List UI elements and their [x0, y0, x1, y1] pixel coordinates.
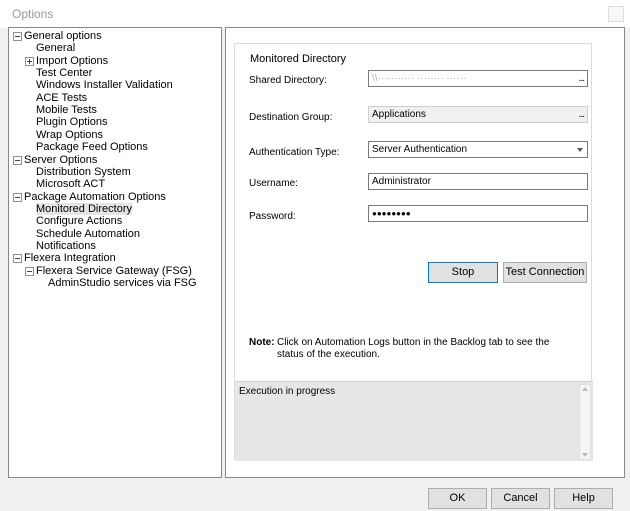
tree-item-label: Microsoft ACT [36, 178, 106, 191]
tree-item[interactable]: Package Automation Options [13, 190, 166, 204]
tree-item-label: Plugin Options [36, 116, 108, 129]
shared-directory-value: \\··········· ········ ······ [372, 73, 467, 84]
tree-item-label: AdminStudio services via FSG [48, 277, 197, 289]
destination-group-field[interactable]: Applications ... [368, 106, 588, 123]
tree-item-label: Notifications [36, 239, 96, 252]
log-scrollbar[interactable] [579, 384, 591, 460]
tree-item-label: Monitored Directory [36, 202, 132, 215]
tree-item-label: Server Options [24, 153, 98, 166]
dialog-footer: OK Cancel Help [0, 480, 630, 511]
destination-group-value: Applications [372, 109, 426, 120]
log-text: Execution in progress [239, 386, 336, 397]
settings-panel: Monitored Directory Shared Directory: \\… [225, 27, 625, 478]
test-connection-button[interactable]: Test Connection [503, 262, 587, 283]
tree-item[interactable]: General [36, 42, 75, 55]
tree-item[interactable]: Plugin Options [36, 116, 108, 129]
tree-item[interactable]: Package Feed Options [36, 141, 148, 154]
destination-group-label: Destination Group: [249, 112, 333, 123]
collapse-icon[interactable] [13, 254, 22, 264]
tree-item-label: Mobile Tests [36, 104, 97, 117]
tree-item[interactable]: ACE Tests [36, 92, 87, 105]
stop-button[interactable]: Stop [428, 262, 498, 283]
collapse-icon[interactable] [13, 192, 22, 202]
collapse-icon[interactable] [13, 155, 22, 165]
username-label: Username: [249, 178, 298, 189]
collapse-icon[interactable] [25, 266, 34, 276]
tree-item[interactable]: Monitored Directory [36, 202, 132, 216]
tree-item-label: Import Options [36, 54, 109, 67]
scroll-up-icon[interactable] [582, 387, 588, 391]
execution-log[interactable]: Execution in progress [235, 381, 593, 461]
tree-item-label: ACE Tests [36, 91, 88, 104]
tree-item-label: Flexera Integration [24, 252, 116, 265]
tree-item[interactable]: Schedule Automation [36, 228, 140, 241]
tree-item-label: General options [24, 30, 102, 42]
password-value: ●●●●●●●● [372, 209, 411, 218]
tree-item-label: Wrap Options [36, 128, 104, 141]
auth-type-label: Authentication Type: [249, 147, 340, 158]
tree-item[interactable]: Import Options [25, 54, 109, 68]
tree-item[interactable]: Windows Installer Validation [36, 79, 173, 92]
note-label: Note: [249, 337, 275, 348]
shared-directory-field[interactable]: \\··········· ········ ······ ... [368, 70, 588, 87]
tree-item-label: Schedule Automation [36, 227, 140, 240]
tree-item-label: Test Center [36, 67, 93, 80]
tree-item[interactable]: Microsoft ACT [36, 178, 105, 191]
ok-button[interactable]: OK [428, 488, 487, 509]
tree-item-label: Package Feed Options [36, 141, 148, 154]
tree-item[interactable]: Flexera Service Gateway (FSG) [25, 264, 192, 278]
shared-directory-label: Shared Directory: [249, 75, 327, 86]
cancel-button[interactable]: Cancel [491, 488, 550, 509]
title-bar: Options [0, 0, 630, 28]
tree-item[interactable]: Notifications [36, 240, 96, 253]
tree-item-label: General [36, 42, 76, 55]
tree-item[interactable]: Wrap Options [36, 129, 103, 142]
options-tree[interactable]: General options General Import Options Test… [8, 27, 222, 478]
tree-item[interactable]: General options [13, 30, 102, 43]
tree-item-label: Flexera Service Gateway (FSG) [36, 264, 192, 277]
help-button[interactable]: Help [554, 488, 613, 509]
tree-item-label: Package Automation Options [24, 190, 166, 203]
tree-item[interactable]: Test Center [36, 67, 92, 80]
note-text: Click on Automation Logs button in the B… [277, 337, 550, 360]
tree-item[interactable]: Flexera Integration [13, 252, 116, 265]
tree-item-label: Distribution System [36, 165, 131, 178]
window-title: Options [12, 7, 54, 21]
close-button[interactable] [608, 6, 624, 22]
group-title: Monitored Directory [247, 53, 349, 65]
scroll-down-icon[interactable] [582, 453, 588, 457]
chevron-down-icon[interactable] [577, 148, 583, 152]
shared-directory-browse-button[interactable]: ... [579, 71, 585, 86]
tree-item[interactable]: AdminStudio services via FSG [48, 277, 197, 290]
destination-group-browse-button[interactable]: ... [579, 107, 585, 122]
auth-type-value: Server Authentication [372, 144, 468, 155]
tree-item[interactable]: Configure Actions [36, 215, 122, 228]
tree-item-label: Windows Installer Validation [36, 79, 173, 92]
username-value: Administrator [372, 176, 431, 187]
username-field[interactable]: Administrator [368, 173, 588, 190]
tree-item[interactable]: Server Options [13, 153, 98, 167]
password-label: Password: [249, 211, 296, 222]
collapse-icon[interactable] [13, 32, 22, 41]
monitored-directory-group: Monitored Directory Shared Directory: \\… [234, 43, 593, 461]
options-dialog: Options General options General Import Opt… [0, 0, 630, 511]
tree-item[interactable]: Mobile Tests [36, 104, 97, 117]
password-field[interactable]: ●●●●●●●● [368, 205, 588, 222]
auth-type-select[interactable]: Server Authentication [368, 141, 588, 158]
tree-item[interactable]: Distribution System [36, 166, 131, 179]
expand-icon[interactable] [25, 56, 34, 66]
tree-item-label: Configure Actions [36, 215, 123, 228]
